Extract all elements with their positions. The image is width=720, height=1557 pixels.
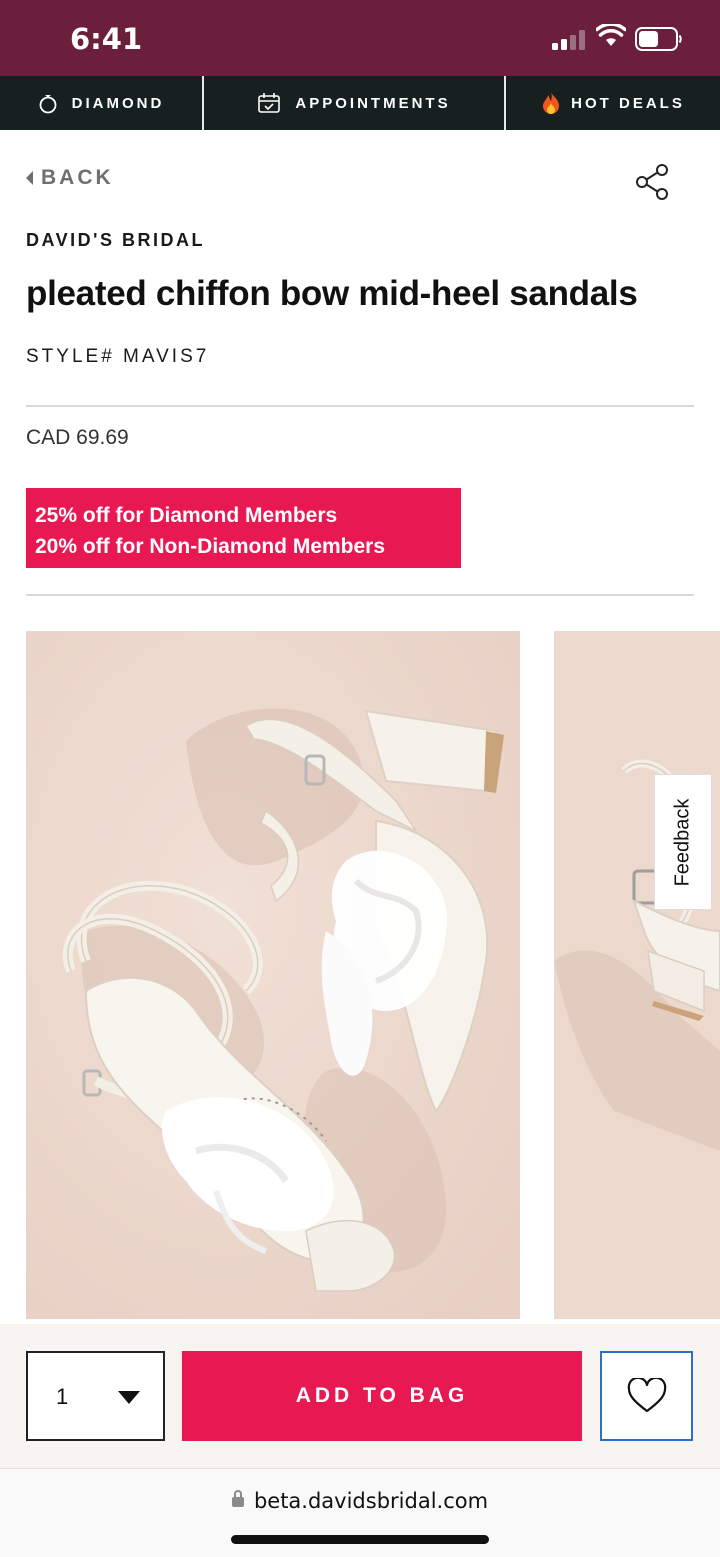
product-price: CAD 69.69 bbox=[26, 426, 129, 449]
back-link[interactable]: BACK bbox=[26, 166, 114, 190]
brand-name[interactable]: DAVID'S BRIDAL bbox=[26, 230, 205, 251]
promo-hot-deals-label: HOT DEALS bbox=[571, 94, 685, 112]
caret-left-icon bbox=[26, 171, 33, 185]
promo-nav: DIAMOND APPOINTMENTS HOT DEALS bbox=[0, 76, 720, 130]
product-image-secondary[interactable] bbox=[554, 631, 720, 1319]
url-text: beta.davidsbridal.com bbox=[253, 1489, 489, 1513]
add-to-bag-button[interactable]: ADD TO BAG bbox=[182, 1351, 582, 1441]
feedback-label: Feedback bbox=[671, 798, 694, 886]
calendar-check-icon bbox=[258, 93, 281, 113]
product-image-main[interactable] bbox=[26, 631, 520, 1319]
sandals-illustration bbox=[26, 631, 520, 1319]
cellular-signal-icon bbox=[552, 30, 588, 50]
chevron-down-icon bbox=[118, 1391, 140, 1404]
wishlist-button[interactable] bbox=[600, 1351, 693, 1441]
share-icon[interactable] bbox=[632, 162, 672, 202]
discount-banner: 25% off for Diamond Members 20% off for … bbox=[26, 488, 461, 568]
heart-icon bbox=[627, 1378, 666, 1413]
diamond-ring-icon bbox=[39, 95, 57, 114]
fire-icon bbox=[543, 92, 560, 114]
product-title: pleated chiffon bow mid-heel sandals bbox=[26, 274, 638, 313]
promo-diamond-label: DIAMOND bbox=[71, 94, 165, 112]
style-number: STYLE# MAVIS7 bbox=[26, 346, 210, 367]
quantity-select[interactable]: 1 bbox=[26, 1351, 165, 1441]
quantity-value: 1 bbox=[56, 1384, 69, 1409]
back-label: BACK bbox=[41, 166, 114, 189]
home-indicator[interactable] bbox=[231, 1535, 489, 1544]
discount-line-diamond: 25% off for Diamond Members bbox=[35, 504, 338, 527]
sandal-side-illustration bbox=[554, 631, 720, 1319]
promo-diamond[interactable]: DIAMOND bbox=[0, 76, 204, 130]
discount-line-non-diamond: 20% off for Non-Diamond Members bbox=[35, 535, 386, 558]
wifi-icon bbox=[596, 24, 626, 46]
battery-icon bbox=[635, 27, 682, 51]
status-bar: 6:41 bbox=[0, 0, 720, 76]
promo-hot-deals[interactable]: HOT DEALS bbox=[506, 76, 720, 130]
url-row: beta.davidsbridal.com bbox=[0, 1489, 720, 1513]
divider bbox=[26, 594, 694, 596]
promo-appointments-label: APPOINTMENTS bbox=[295, 94, 451, 112]
lock-icon bbox=[231, 1490, 244, 1507]
promo-appointments[interactable]: APPOINTMENTS bbox=[204, 76, 506, 130]
divider bbox=[26, 405, 694, 407]
feedback-tab[interactable]: Feedback bbox=[654, 774, 712, 910]
status-time: 6:41 bbox=[70, 22, 143, 56]
